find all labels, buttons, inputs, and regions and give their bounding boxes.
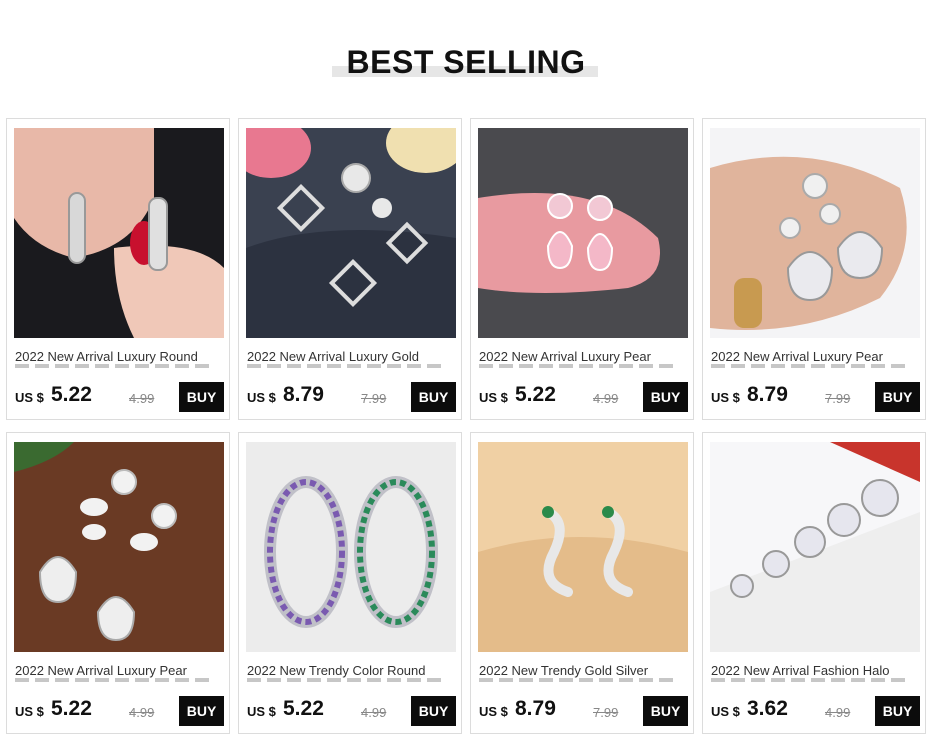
currency-label: US $ [247,704,276,719]
snake-earring-photo[interactable] [478,442,688,652]
buy-button[interactable]: BUY [179,696,224,726]
price-row: US $ 8.79 7.99 BUY [247,381,457,413]
product-card[interactable]: 2022 New Trendy Gold Silver US $ 8.79 7.… [470,432,694,734]
product-card[interactable]: 2022 New Arrival Luxury Pear US $ 8.79 7… [702,118,926,420]
price-value: 8.79 [747,383,788,406]
rainbow-hoop-earring-photo[interactable] [246,442,456,652]
old-price: 4.99 [593,391,619,406]
old-price: 4.99 [129,705,155,720]
old-price: 4.99 [361,705,387,720]
old-price: 7.99 [361,391,387,406]
currency-label: US $ [479,704,508,719]
buy-button[interactable]: BUY [875,696,920,726]
product-title-overflow [15,678,215,682]
product-title-overflow [247,678,447,682]
buy-button[interactable]: BUY [179,382,224,412]
product-card[interactable]: 2022 New Arrival Fashion Halo US $ 3.62 … [702,432,926,734]
pink-pear-earring-photo[interactable] [478,128,688,338]
price-row: US $ 5.22 4.99 BUY [247,695,457,727]
price-value: 5.22 [283,697,324,720]
buy-button[interactable]: BUY [643,382,688,412]
product-card[interactable]: 2022 New Arrival Luxury Pear US $ 5.22 4… [6,432,230,734]
pear-drop-earring-photo[interactable] [710,128,920,338]
product-card[interactable]: 2022 New Arrival Luxury Round US $ 5.22 … [6,118,230,420]
price-row: US $ 8.79 7.99 BUY [479,695,689,727]
buy-button[interactable]: BUY [411,696,456,726]
product-card[interactable]: 2022 New Arrival Luxury Gold US $ 8.79 7… [238,118,462,420]
price-row: US $ 5.22 4.99 BUY [15,695,225,727]
price-value: 5.22 [515,383,556,406]
price-row: US $ 3.62 4.99 BUY [711,695,921,727]
hoop-earring-photo[interactable] [14,128,224,338]
old-price: 4.99 [129,391,155,406]
product-title-overflow [479,678,679,682]
old-price: 4.99 [825,705,851,720]
product-card[interactable]: 2022 New Trendy Color Round US $ 5.22 4.… [238,432,462,734]
currency-label: US $ [479,390,508,405]
stud-earrings-set-photo[interactable] [710,442,920,652]
currency-label: US $ [15,704,44,719]
currency-label: US $ [711,704,740,719]
price-value: 8.79 [515,697,556,720]
price-value: 3.62 [747,697,788,720]
product-title-overflow [711,364,911,368]
currency-label: US $ [247,390,276,405]
buy-button[interactable]: BUY [643,696,688,726]
currency-label: US $ [15,390,44,405]
best-selling-header: BEST SELLING [0,40,932,90]
product-title-overflow [711,678,911,682]
price-row: US $ 8.79 7.99 BUY [711,381,921,413]
buy-button[interactable]: BUY [411,382,456,412]
currency-label: US $ [711,390,740,405]
price-value: 8.79 [283,383,324,406]
price-value: 5.22 [51,383,92,406]
square-drop-earring-photo[interactable] [246,128,456,338]
product-title-overflow [479,364,679,368]
old-price: 7.99 [825,391,851,406]
section-title: BEST SELLING [346,44,586,80]
product-title-overflow [247,364,447,368]
product-title-overflow [15,364,215,368]
price-value: 5.22 [51,697,92,720]
product-card[interactable]: 2022 New Arrival Luxury Pear US $ 5.22 4… [470,118,694,420]
price-row: US $ 5.22 4.99 BUY [15,381,225,413]
price-row: US $ 5.22 4.99 BUY [479,381,689,413]
buy-button[interactable]: BUY [875,382,920,412]
old-price: 7.99 [593,705,619,720]
leaf-drop-earring-photo[interactable] [14,442,224,652]
